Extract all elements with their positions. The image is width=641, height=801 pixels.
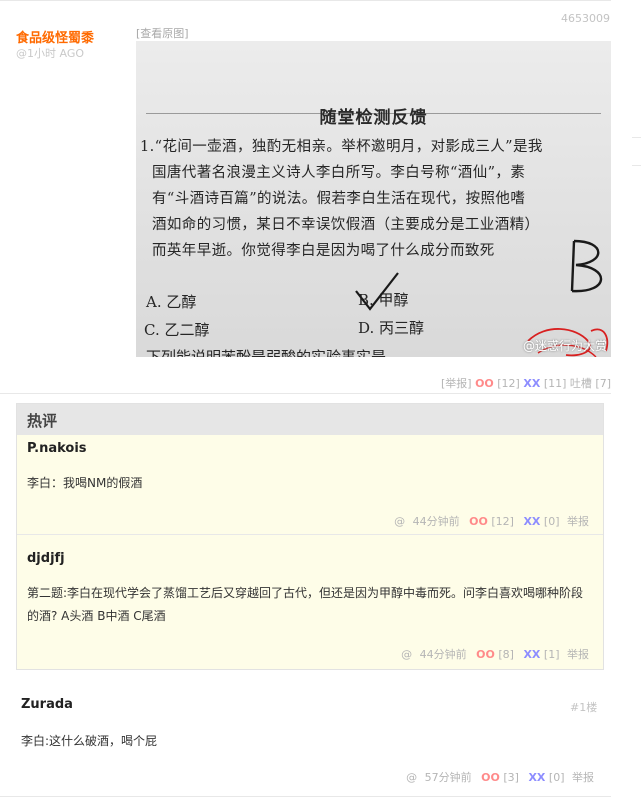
xx-count: [0]: [548, 771, 565, 784]
floor-number: #1楼: [570, 701, 598, 714]
right-edge-mark: [632, 137, 641, 138]
oo-count: [12]: [497, 377, 520, 390]
xx-count: [1]: [543, 648, 560, 661]
check-mark: [355, 272, 399, 311]
post-id: 4653009: [561, 12, 610, 25]
oo-count: [12]: [491, 515, 514, 528]
at-symbol: @: [394, 515, 406, 528]
hot-comment-text: 李白：我喝NM的假酒: [27, 476, 143, 490]
oo-button[interactable]: OO: [481, 771, 500, 784]
report-button[interactable]: 举报: [567, 515, 589, 528]
post-divider: [0, 393, 611, 394]
right-edge-mark: [632, 165, 641, 166]
hot-comment-divider: [17, 534, 603, 535]
image-watermark: @迷惑行为大赏: [522, 339, 607, 353]
floor-comment-actions: @ 57分钟前 OO [3] XX [0] 举报: [406, 769, 594, 785]
hot-comment-text: 第二题:李白在现代学会了蒸馏工艺后又穿越回了古代，但还是因为甲醇中毒而死。问李白…: [27, 586, 584, 623]
hot-comment-actions: @ 44分钟前 OO [8] XX [1] 举报: [401, 646, 589, 662]
oo-button[interactable]: OO: [469, 515, 488, 528]
view-original-link[interactable]: [查看原图]: [136, 25, 189, 41]
hot-comments-title: 热评: [27, 412, 58, 430]
post-time: @1小时 AGO: [16, 47, 85, 60]
xx-count: [11]: [543, 377, 567, 390]
post-actions: [举报] OO [12] XX [11] 吐槽 [7]: [441, 375, 611, 391]
floor-comment-author[interactable]: Zurada: [21, 697, 73, 712]
report-button[interactable]: 举报: [567, 648, 589, 661]
post-image[interactable]: 随堂检测反馈 1.“花间一壶酒，独酌无相亲。举杯邀明月，对影成三人”是我 国唐代…: [136, 41, 611, 357]
hot-comments-header: 热评: [17, 404, 603, 435]
oo-button[interactable]: OO: [475, 377, 494, 390]
bottom-divider: [0, 796, 611, 797]
report-button[interactable]: 举报: [572, 771, 594, 784]
hot-comments-panel: 热评 P.nakois 李白：我喝NM的假酒 @ 44分钟前 OO [12] X…: [16, 403, 604, 670]
at-symbol: @: [406, 771, 418, 784]
comment-time: 57分钟前: [424, 771, 472, 784]
post-author[interactable]: 食品级怪蜀黍: [16, 27, 94, 46]
tucao-button[interactable]: 吐槽 [7]: [570, 377, 611, 390]
oo-count: [3]: [503, 771, 519, 784]
top-divider: [0, 0, 611, 1]
hot-comment-actions: @ 44分钟前 OO [12] XX [0] 举报: [394, 513, 589, 529]
xx-button[interactable]: XX: [528, 771, 545, 784]
oo-button[interactable]: OO: [476, 648, 495, 661]
report-button[interactable]: [举报]: [441, 377, 472, 390]
floor-comment-text: 李白:这什么破酒，喝个屁: [21, 734, 158, 748]
comment-time: 44分钟前: [419, 648, 467, 661]
handwritten-marks: [355, 239, 609, 357]
oo-count: [8]: [498, 648, 514, 661]
hot-comment-author[interactable]: P.nakois: [27, 441, 87, 456]
handwritten-b: [570, 239, 603, 293]
xx-button[interactable]: XX: [523, 515, 540, 528]
at-symbol: @: [401, 648, 413, 661]
comment-time: 44分钟前: [412, 515, 460, 528]
hot-comment-author[interactable]: djdjfj: [27, 551, 65, 566]
xx-count: [0]: [543, 515, 560, 528]
xx-button[interactable]: XX: [523, 648, 540, 661]
xx-button[interactable]: XX: [523, 377, 540, 390]
